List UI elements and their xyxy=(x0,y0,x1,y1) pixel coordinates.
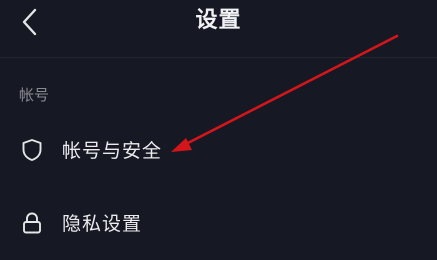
shield-icon xyxy=(20,138,44,162)
menu-item-label: 隐私设置 xyxy=(62,213,143,235)
menu-item-account-security[interactable]: 帐号与安全 xyxy=(0,126,437,176)
menu-item-label: 帐号与安全 xyxy=(62,140,163,162)
header-divider xyxy=(0,57,437,58)
lock-icon xyxy=(20,211,44,235)
section-label-account: 帐号 xyxy=(19,86,50,104)
header-bar: 设置 xyxy=(0,0,437,48)
menu-item-privacy-settings[interactable]: 隐私设置 xyxy=(0,198,437,248)
page-title: 设置 xyxy=(195,8,242,33)
